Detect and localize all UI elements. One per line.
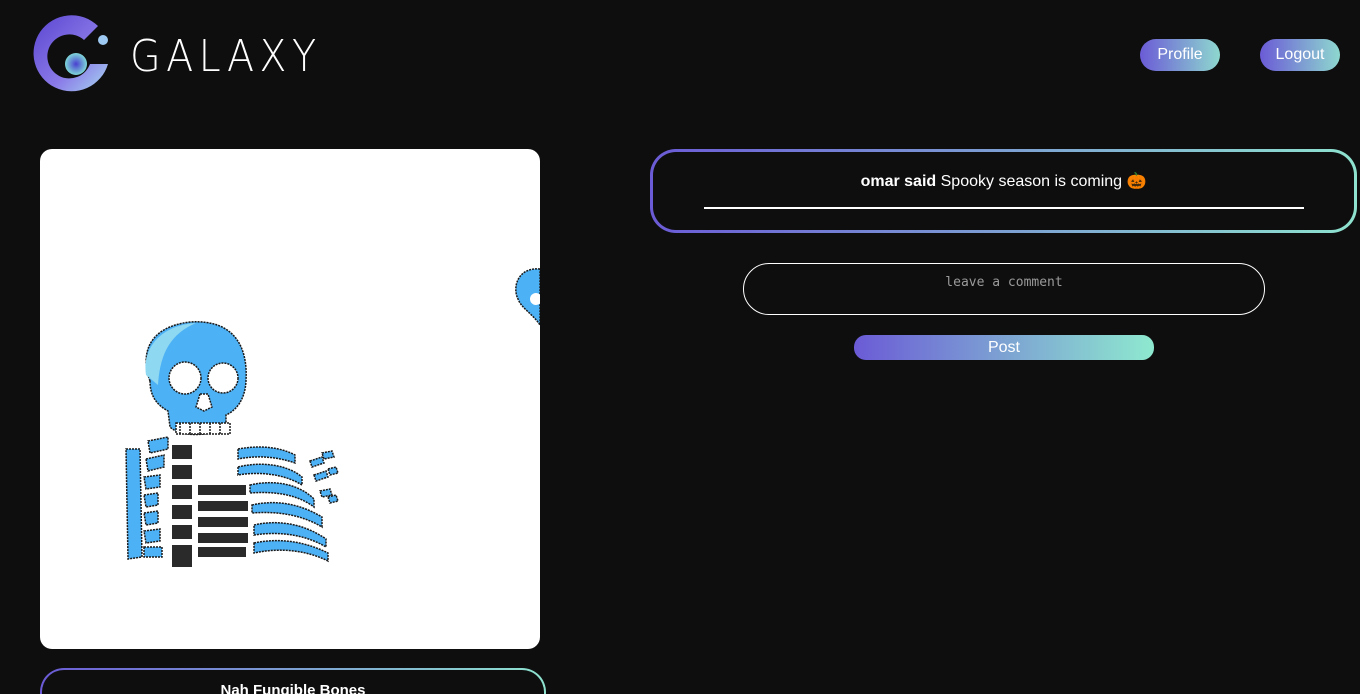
nft-title: Nah Fungible Bones [42, 670, 544, 694]
skeleton-image [125, 268, 540, 567]
nft-image [40, 149, 540, 649]
logout-button[interactable]: Logout [1260, 39, 1340, 71]
comments-box: omar said Spooky season is coming 🎃 [650, 149, 1357, 233]
comment-author: omar said [860, 173, 937, 190]
nft-title-card: Nah Fungible Bones [40, 668, 546, 694]
post-button[interactable]: Post [854, 335, 1154, 360]
galaxy-logo-icon [33, 15, 109, 92]
page: GALAXY Profile Logout Nah Fungible Bones… [0, 0, 1360, 694]
profile-button[interactable]: Profile [1140, 39, 1220, 71]
comment-divider [704, 207, 1304, 209]
comment-input[interactable] [743, 263, 1265, 315]
comment-text: Spooky season is coming 🎃 [940, 173, 1147, 190]
comment-item: omar said Spooky season is coming 🎃 [653, 171, 1354, 191]
galaxy-logo[interactable]: GALAXY [32, 14, 343, 98]
brand-name: GALAXY [130, 30, 322, 82]
